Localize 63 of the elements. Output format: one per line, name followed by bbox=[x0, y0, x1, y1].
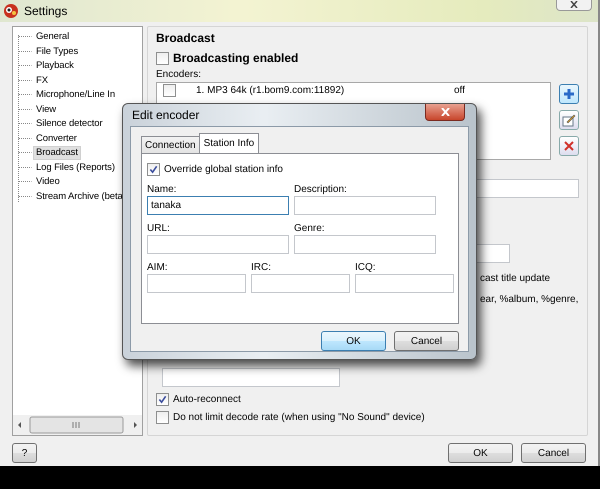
window-title: Settings bbox=[24, 4, 68, 18]
field-label: IRC: bbox=[251, 262, 272, 273]
plus-icon bbox=[563, 88, 575, 100]
app-icon bbox=[3, 3, 19, 19]
close-button[interactable] bbox=[425, 104, 465, 121]
ok-button[interactable]: OK bbox=[448, 443, 513, 463]
tab[interactable]: Connection bbox=[141, 136, 200, 153]
checkbox-label: Override global station info bbox=[164, 164, 283, 175]
tree-item[interactable]: Broadcast bbox=[33, 146, 81, 160]
tree-item[interactable]: Silence detector bbox=[33, 117, 106, 132]
tree-item[interactable]: Log Files (Reports) bbox=[33, 160, 118, 175]
horizontal-scrollbar[interactable] bbox=[13, 415, 142, 435]
encoder-name: 1. MP3 64k (r1.bom9.com:11892) bbox=[195, 85, 346, 96]
close-icon bbox=[440, 108, 450, 116]
input-field[interactable] bbox=[251, 274, 350, 293]
encoder-status: off bbox=[454, 85, 465, 96]
checkbox-label: Broadcasting enabled bbox=[173, 51, 298, 65]
tree-item[interactable]: View bbox=[33, 102, 60, 117]
close-icon bbox=[570, 0, 578, 8]
tree-item[interactable]: General bbox=[33, 30, 72, 44]
field-label: Description: bbox=[294, 184, 348, 195]
dialog-title: Edit encoder bbox=[132, 108, 200, 122]
edit-button[interactable] bbox=[559, 110, 579, 130]
tree-item[interactable]: Microphone/Line In bbox=[33, 88, 118, 102]
tree-item[interactable]: Video bbox=[33, 175, 63, 190]
checkbox-label: Auto-reconnect bbox=[173, 394, 241, 405]
tree-item[interactable]: FX bbox=[33, 74, 51, 88]
edit-icon bbox=[562, 113, 576, 127]
field-label: Name: bbox=[147, 184, 178, 195]
close-button[interactable] bbox=[556, 0, 592, 11]
checkbox[interactable] bbox=[147, 163, 160, 176]
cancel-button[interactable]: Cancel bbox=[521, 443, 586, 463]
checkbox-label: Do not limit decode rate (when using "No Sound" device) bbox=[173, 412, 425, 423]
encoders-label: Encoders: bbox=[156, 69, 202, 80]
help-button[interactable]: ? bbox=[12, 443, 37, 463]
add-button[interactable] bbox=[559, 84, 579, 104]
ok-button[interactable]: OK bbox=[321, 331, 386, 351]
delete-button[interactable] bbox=[559, 136, 579, 156]
section-heading: Broadcast bbox=[156, 31, 216, 45]
tab[interactable]: Station Info bbox=[198, 133, 260, 153]
field-label: Genre: bbox=[294, 223, 326, 234]
input-field[interactable] bbox=[355, 274, 454, 293]
option-text: cast title update bbox=[480, 273, 550, 284]
close-icon bbox=[564, 141, 574, 151]
field-label: URL: bbox=[147, 223, 171, 234]
tree-item[interactable]: Converter bbox=[33, 132, 80, 146]
input-field[interactable] bbox=[294, 196, 436, 215]
input-field[interactable] bbox=[294, 235, 436, 254]
checkbox[interactable] bbox=[156, 411, 169, 424]
cancel-button[interactable]: Cancel bbox=[394, 331, 459, 351]
tree-item[interactable]: Stream Archive (beta bbox=[33, 190, 126, 204]
field-label: ICQ: bbox=[355, 262, 377, 273]
text-field[interactable] bbox=[162, 368, 340, 387]
checkbox[interactable] bbox=[163, 84, 176, 97]
tree-item[interactable]: Playback bbox=[33, 59, 77, 74]
input-field[interactable] bbox=[147, 274, 246, 293]
field-label: AIM: bbox=[147, 262, 169, 273]
checkbox[interactable] bbox=[156, 52, 169, 64]
input-field[interactable]: tanaka bbox=[147, 196, 289, 215]
input-field[interactable] bbox=[147, 235, 289, 254]
option-text: ear, %album, %genre, bbox=[480, 294, 578, 305]
checkbox[interactable] bbox=[156, 393, 169, 406]
tree-item[interactable]: File Types bbox=[33, 44, 82, 59]
